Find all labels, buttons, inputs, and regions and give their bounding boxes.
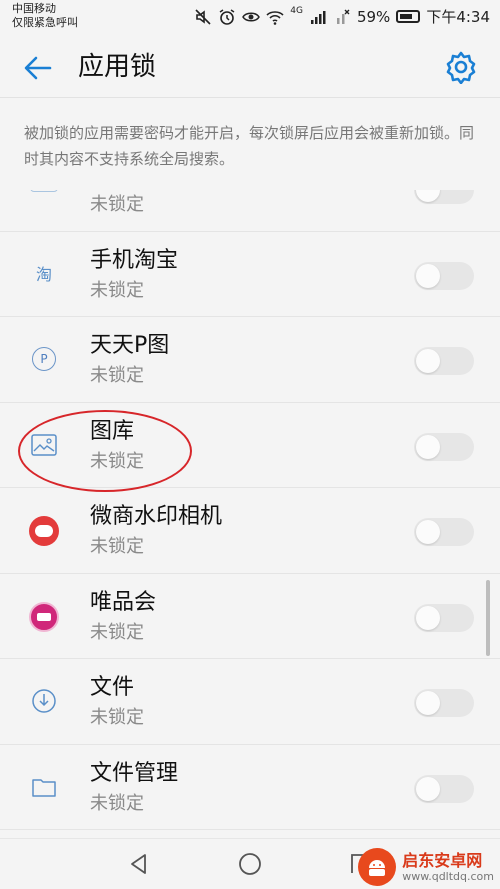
status-time: 下午4:34: [426, 8, 490, 26]
vipshop-icon: [29, 601, 59, 632]
eye-comfort-icon: [242, 12, 261, 21]
lock-toggle[interactable]: [414, 347, 474, 375]
status-bar: 中国移动 仅限紧急呼叫 4G 59% 下午4:34: [0, 0, 500, 34]
files-glyph: [32, 689, 56, 713]
toggle-knob: [416, 776, 440, 801]
watermark-name: 启东安卓网: [402, 850, 483, 870]
app-lock-status: 未锁定: [90, 536, 144, 557]
camera-lens-icon: [35, 525, 53, 537]
watermark-camera-icon: [29, 516, 59, 546]
file-manager-icon: [28, 771, 60, 803]
alarm-icon: [219, 8, 235, 25]
toggle-knob: [416, 520, 440, 544]
lock-toggle[interactable]: [414, 603, 474, 632]
toggle-knob: [416, 190, 440, 202]
watermark-url: www.qdltdq.com: [402, 869, 494, 883]
app-icon-partial: [30, 190, 58, 192]
ptu-glyph: P: [40, 352, 48, 366]
signal-icon: [310, 10, 326, 24]
lock-toggle[interactable]: [414, 432, 474, 461]
lock-description: 被加锁的应用需要密码才能开启，每次锁屏后应用会被重新加锁。同时其内容不支持系统全…: [24, 124, 475, 168]
app-row-vipshop[interactable]: 唯品会 未锁定: [0, 574, 500, 659]
status-icons: 4G 59% 下午4:34: [194, 6, 490, 27]
files-icon: [28, 685, 60, 717]
list-scrollbar[interactable]: [486, 580, 490, 656]
app-lock-status: 未锁定: [90, 194, 144, 215]
app-name: 图库: [90, 418, 135, 444]
app-row-watermark-camera[interactable]: 微商水印相机 未锁定: [0, 488, 500, 574]
lock-toggle[interactable]: [414, 774, 474, 803]
android-robot-icon: [369, 860, 386, 876]
toggle-knob: [416, 691, 440, 715]
app-row-partial[interactable]: 未锁定: [0, 190, 500, 232]
battery-icon: [396, 10, 421, 23]
taobao-glyph: 淘: [36, 265, 52, 284]
ptu-icon: P: [32, 347, 56, 371]
app-name: 文件管理: [90, 760, 179, 786]
app-lock-status: 未锁定: [90, 279, 144, 301]
emergency-only-text: 仅限紧急呼叫: [12, 16, 78, 29]
app-row-ptu[interactable]: P 天天P图 未锁定: [0, 317, 500, 403]
nav-home-icon[interactable]: [237, 851, 263, 877]
app-list: 未锁定 淘 手机淘宝 未锁定 P 天天P图 未锁定 图库 未锁定 微商水印相机 …: [0, 190, 500, 838]
app-lock-status: 未锁定: [90, 365, 144, 386]
app-row-taobao[interactable]: 淘 手机淘宝 未锁定: [0, 232, 500, 317]
app-name: 文件: [90, 675, 135, 700]
app-lock-status: 未锁定: [90, 707, 144, 728]
gallery-glyph: [31, 433, 57, 456]
vipshop-badge-icon: [37, 612, 51, 621]
lock-toggle[interactable]: [414, 689, 474, 717]
back-arrow-icon[interactable]: [20, 50, 56, 86]
toggle-knob: [416, 434, 440, 459]
app-name: 唯品会: [90, 589, 157, 615]
wifi-icon: [266, 10, 284, 25]
settings-gear-icon[interactable]: [444, 50, 478, 84]
lock-toggle[interactable]: [414, 518, 474, 546]
lock-toggle[interactable]: [414, 261, 474, 290]
page-title: 应用锁: [78, 52, 157, 82]
network-type-label: 4G: [290, 6, 303, 16]
toggle-knob: [416, 605, 440, 630]
nav-back-icon[interactable]: [126, 851, 152, 877]
toggle-knob: [416, 349, 440, 373]
carrier-info: 中国移动 仅限紧急呼叫: [12, 2, 78, 30]
gallery-icon: [28, 429, 60, 461]
battery-percent: 59%: [356, 7, 391, 26]
app-name: 天天P图: [90, 333, 170, 358]
taobao-icon: 淘: [28, 258, 60, 290]
app-row-gallery[interactable]: 图库 未锁定: [0, 403, 500, 488]
lock-toggle[interactable]: [414, 190, 474, 204]
folder-glyph: [32, 778, 56, 797]
no-signal-icon: [336, 9, 350, 24]
app-lock-status: 未锁定: [90, 621, 144, 643]
watermark-logo-icon: [358, 848, 397, 886]
svg-text:淘: 淘: [36, 265, 52, 284]
toggle-knob: [416, 263, 440, 288]
site-watermark: 启东安卓网 www.qdltdq.com: [358, 848, 494, 886]
app-row-files[interactable]: 文件 未锁定: [0, 659, 500, 745]
mute-icon: [195, 8, 211, 25]
app-bar: 应用锁: [0, 34, 500, 98]
carrier-name: 中国移动: [12, 2, 56, 15]
app-lock-status: 未锁定: [90, 450, 144, 472]
app-lock-status: 未锁定: [90, 792, 144, 814]
app-name: 微商水印相机: [90, 504, 223, 529]
app-row-file-manager[interactable]: 文件管理 未锁定: [0, 745, 500, 830]
app-name: 手机淘宝: [90, 247, 179, 273]
